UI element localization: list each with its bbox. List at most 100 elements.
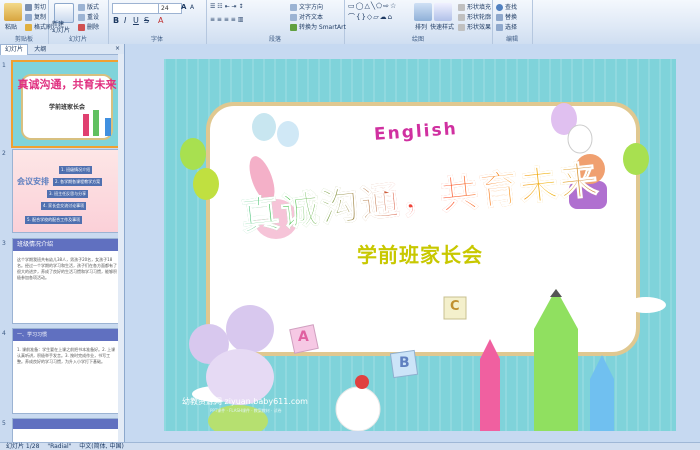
slide-thumb-4[interactable]: 一、学习习惯 1. 课前准备：学生要在上课之前把书本准备好。2. 上课认真听讲，…: [12, 328, 122, 414]
agenda-item: 4. 家长会交流讨论事项: [41, 202, 87, 210]
thumb-number: 1: [2, 62, 6, 69]
bullets-icon[interactable]: ☰ ☷ ⇤ ⇥ ↕: [210, 3, 243, 10]
agenda-item: 5. 配合学校的配合工作及事项: [25, 216, 83, 224]
smartart-button[interactable]: 转换为 SmartArt: [290, 22, 346, 31]
new-slide-icon[interactable]: [54, 3, 74, 23]
close-panel-icon[interactable]: ×: [111, 44, 124, 54]
thumb-title: 会议安排: [17, 177, 49, 186]
thumb-subtitle: 学前班家长会: [48, 104, 85, 111]
italic-icon[interactable]: I: [124, 16, 126, 25]
arrange-icon[interactable]: [414, 3, 432, 21]
slide-thumb-2[interactable]: 会议安排 1. 班级情况介绍 2. 各学期各课程教学方案 3. 班主任反思与分享…: [12, 149, 122, 233]
text-direction-button[interactable]: 文字方向: [290, 2, 323, 11]
chicken-shape: [335, 386, 381, 431]
thumb-number: 5: [2, 420, 6, 427]
reset-icon: [78, 14, 85, 21]
block-letter: C: [450, 299, 460, 314]
tab-outline[interactable]: 大纲: [30, 45, 50, 55]
thumb-number: 3: [2, 240, 6, 247]
quick-styles-icon[interactable]: [434, 3, 452, 21]
watermark-subtext: PPT课件 · FLASH课件 · 教案教材 · 试卷: [210, 408, 282, 413]
slide-editor: 真诚沟通，共育未来 English 学前班家长会 A B C 幼教资源网 ziy…: [125, 44, 700, 442]
paste-icon[interactable]: [4, 3, 22, 21]
text-direction-icon: [290, 4, 297, 11]
clipboard-group: 粘贴 剪切 复制 格式刷 剪贴板: [0, 0, 52, 44]
pencil-shape: [590, 355, 614, 431]
bold-icon[interactable]: B: [113, 16, 119, 25]
replace-icon: [496, 14, 503, 21]
select-button[interactable]: 选择: [496, 22, 517, 31]
agenda-item: 1. 班级情况介绍: [59, 166, 93, 174]
slides-group: 新建 幻灯片 版式 重设 删除 幻灯片: [48, 0, 109, 44]
panel-tabs: 幻灯片 大纲 ×: [0, 44, 124, 55]
slide-thumb-3[interactable]: 班级情况介绍 这个学期我班共有幼儿38人，男孩子20名，女孩子18名。经过一个学…: [12, 238, 122, 324]
delete-button[interactable]: 删除: [78, 22, 99, 31]
copy-icon: [25, 14, 32, 21]
scissors-icon: [25, 4, 32, 11]
find-button[interactable]: 查找: [496, 2, 517, 11]
pencil-shape: [93, 110, 99, 136]
paragraph-group: ☰ ☷ ⇤ ⇥ ↕ ≡ ≡ ≡ ≡ ▥ 文字方向 对齐文本 转换为 SmartA…: [206, 0, 346, 44]
font-group: 24 A A B I U S A 字体: [108, 0, 207, 44]
select-icon: [496, 24, 503, 31]
font-name-box[interactable]: [112, 3, 160, 14]
reset-button[interactable]: 重设: [78, 12, 99, 21]
underline-icon[interactable]: U: [133, 16, 139, 25]
panel-scrollbar[interactable]: [118, 54, 124, 442]
agenda-item: 3. 班主任反思与分享: [47, 190, 89, 198]
editing-label: 编辑: [505, 36, 518, 43]
copy-button[interactable]: 复制: [25, 12, 46, 21]
slides-label: 幻灯片: [68, 36, 87, 43]
block-letter: B: [399, 355, 410, 371]
replace-button[interactable]: 替换: [496, 12, 517, 21]
paste-button[interactable]: 粘贴: [5, 22, 17, 31]
align-text-button[interactable]: 对齐文本: [290, 12, 323, 21]
drawing-label: 绘图: [411, 36, 424, 43]
arrange-button[interactable]: 排列: [415, 22, 427, 31]
layout-button[interactable]: 版式: [78, 2, 99, 11]
thumb-number: 4: [2, 330, 6, 337]
thumb-title: 班级情况介绍: [13, 239, 121, 251]
balloon-shape: [180, 138, 206, 170]
thumb-number: 2: [2, 150, 6, 157]
agenda-item: 2. 各学期各课程教学方案: [53, 178, 103, 186]
tab-slides[interactable]: 幻灯片: [0, 44, 29, 55]
font-size-box[interactable]: 24: [158, 3, 182, 14]
cut-button[interactable]: 剪切: [25, 2, 46, 11]
grow-font-icon[interactable]: A: [181, 3, 186, 11]
shrink-font-icon[interactable]: A: [190, 4, 194, 11]
slide-thumb-1[interactable]: 真诚沟通，共育未来 学前班家长会: [11, 60, 123, 148]
strikethrough-icon[interactable]: S: [144, 16, 149, 25]
thumb-title: 一、学习习惯: [13, 329, 121, 341]
paragraph-label: 段落: [268, 36, 281, 43]
delete-icon: [78, 24, 85, 31]
fill-icon: [458, 4, 465, 11]
font-color-icon[interactable]: A: [158, 16, 163, 25]
align-icons[interactable]: ≡ ≡ ≡ ≡ ▥: [210, 16, 243, 23]
shape-outline-button[interactable]: 形状轮廓: [458, 12, 491, 21]
slide-thumbnail-panel: 幻灯片 大纲 × 1 真诚沟通，共育未来 学前班家长会 2 会议安排 1. 班级…: [0, 44, 125, 444]
smartart-icon: [290, 24, 297, 31]
pencil-shape: [83, 114, 89, 136]
shapes-gallery[interactable]: ▭◯△╲⬠⇨☆: [348, 2, 397, 10]
brush-icon: [25, 24, 32, 31]
shape-fill-button[interactable]: 形状填充: [458, 2, 491, 11]
slide-thumb-5[interactable]: [12, 418, 122, 444]
shape-effects-button[interactable]: 形状效果: [458, 22, 491, 31]
balloon-shape: [252, 113, 276, 141]
mouse-ear: [226, 305, 274, 353]
ribbon: 粘贴 剪切 复制 格式刷 剪贴板 新建 幻灯片 版式 重设 删除 幻灯片 24 …: [0, 0, 700, 45]
quick-styles-button[interactable]: 快速样式: [430, 22, 454, 31]
shapes-gallery-row2[interactable]: ⌒{}◇▱☁⌂: [348, 12, 393, 22]
new-slide-button[interactable]: 新建 幻灯片: [52, 22, 70, 34]
find-icon: [496, 4, 503, 11]
thumb-body: 1. 课前准备：学生要在上课之前把书本准备好。2. 上课认真听讲，积极举手发言。…: [17, 347, 116, 364]
slide-canvas[interactable]: 真诚沟通，共育未来 English 学前班家长会 A B C 幼教资源网 ziy…: [164, 59, 676, 431]
clipboard-label: 剪贴板: [14, 36, 33, 43]
font-label: 字体: [150, 36, 163, 43]
balloon-shape: [277, 121, 299, 147]
thumb-body: 这个学期我班共有幼儿38人，男孩子20名，女孩子18名。经过一个学期的学习和生活…: [17, 257, 117, 280]
thumb-title: 真诚沟通，共育未来: [17, 78, 117, 91]
slide-subtitle[interactable]: 学前班家长会: [164, 239, 676, 268]
align-text-icon: [290, 14, 297, 21]
